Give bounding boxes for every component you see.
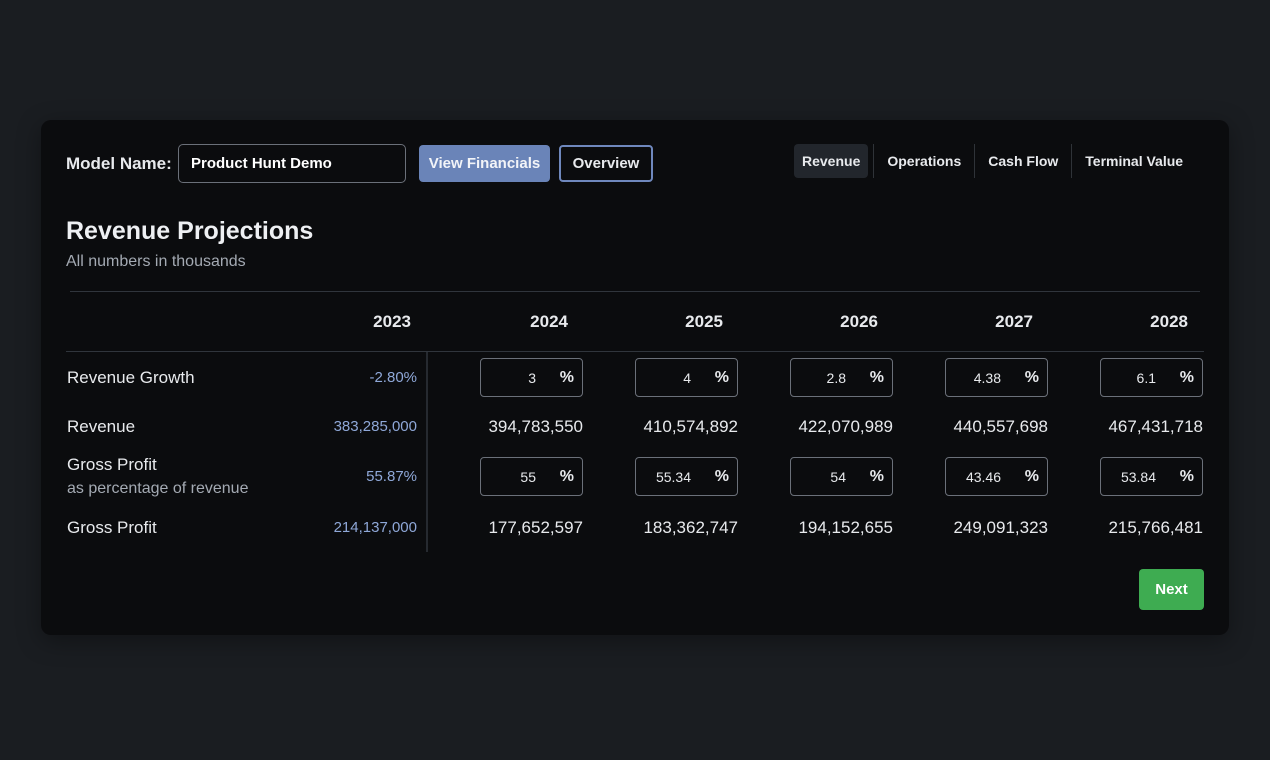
revenue-growth-label: Revenue Growth: [67, 368, 195, 387]
gross-profit-2028: 215,766,481: [1108, 518, 1203, 537]
gross-profit-pct-label: Gross Profit: [67, 455, 157, 474]
tab-divider: [873, 144, 875, 178]
divider: [70, 291, 1200, 292]
percent-sign: %: [1024, 369, 1039, 386]
revenue-2027: 440,557,698: [953, 417, 1048, 436]
input-value: 43.46: [965, 469, 1001, 485]
model-name-input[interactable]: [178, 144, 406, 183]
tab-divider: [1071, 144, 1073, 178]
input-value: 2.8: [826, 370, 846, 386]
year-header-2023: 2023: [373, 312, 411, 331]
revenue-growth-input-2026[interactable]: 2.8 %: [790, 358, 893, 397]
percent-sign: %: [714, 468, 729, 485]
tab-revenue[interactable]: Revenue: [794, 144, 869, 178]
input-value: 3: [528, 370, 536, 386]
input-value: 4.38: [973, 370, 1001, 386]
revenue-2025: 410,574,892: [643, 417, 738, 436]
gross-profit-2024: 177,652,597: [488, 518, 583, 537]
gross-profit-pct-input-2025[interactable]: 55.34 %: [635, 457, 738, 496]
year-header-2028: 2028: [1150, 312, 1188, 331]
next-button[interactable]: Next: [1139, 569, 1204, 610]
percent-sign: %: [1179, 468, 1194, 485]
year-header-2024: 2024: [530, 312, 568, 331]
gross-profit-pct-2023: 55.87%: [366, 468, 417, 485]
year-header-2027: 2027: [995, 312, 1033, 331]
percent-sign: %: [1179, 369, 1194, 386]
input-value: 53.84: [1120, 469, 1156, 485]
gross-profit-2025: 183,362,747: [643, 518, 738, 537]
revenue-2024: 394,783,550: [488, 417, 583, 436]
percent-sign: %: [869, 468, 884, 485]
year-header-2026: 2026: [840, 312, 878, 331]
overview-button[interactable]: Overview: [559, 145, 653, 182]
percent-sign: %: [1024, 468, 1039, 485]
gross-profit-pct-input-2024[interactable]: 55 %: [480, 457, 583, 496]
percent-sign: %: [559, 468, 574, 485]
input-value: 55.34: [655, 469, 691, 485]
tab-divider: [974, 144, 976, 178]
revenue-growth-input-2025[interactable]: 4 %: [635, 358, 738, 397]
revenue-2028: 467,431,718: [1108, 417, 1203, 436]
section-tabs: Revenue Operations Cash Flow Terminal Va…: [794, 144, 1191, 178]
revenue-growth-input-2027[interactable]: 4.38 %: [945, 358, 1048, 397]
percent-sign: %: [869, 369, 884, 386]
gross-profit-pct-input-2026[interactable]: 54 %: [790, 457, 893, 496]
gross-profit-2026: 194,152,655: [798, 518, 893, 537]
revenue-growth-input-2024[interactable]: 3 %: [480, 358, 583, 397]
gross-profit-label: Gross Profit: [67, 518, 157, 537]
page-title: Revenue Projections: [66, 217, 314, 245]
revenue-2026: 422,070,989: [798, 417, 893, 436]
table-header-divider: [66, 351, 1204, 352]
tab-operations[interactable]: Operations: [879, 144, 969, 178]
page-subtitle: All numbers in thousands: [66, 253, 246, 270]
base-year-divider: [426, 352, 428, 552]
gross-profit-pct-sublabel: as percentage of revenue: [67, 480, 249, 497]
revenue-growth-2023: -2.80%: [369, 369, 417, 386]
input-value: 4: [683, 370, 691, 386]
revenue-card: Model Name: View Financials Overview Rev…: [41, 120, 1229, 635]
input-value: 54: [830, 469, 846, 485]
gross-profit-2027: 249,091,323: [953, 518, 1048, 537]
gross-profit-pct-input-2028[interactable]: 53.84 %: [1100, 457, 1203, 496]
input-value: 55: [520, 469, 536, 485]
revenue-label: Revenue: [67, 417, 136, 436]
tab-terminal-value[interactable]: Terminal Value: [1077, 144, 1191, 178]
tab-cash-flow[interactable]: Cash Flow: [980, 144, 1066, 178]
year-header-2025: 2025: [685, 312, 723, 331]
input-value: 6.1: [1136, 370, 1156, 386]
revenue-2023: 383,285,000: [333, 418, 417, 435]
view-financials-button[interactable]: View Financials: [419, 145, 550, 182]
percent-sign: %: [559, 369, 574, 386]
gross-profit-2023: 214,137,000: [333, 519, 417, 536]
percent-sign: %: [714, 369, 729, 386]
revenue-growth-input-2028[interactable]: 6.1 %: [1100, 358, 1203, 397]
gross-profit-pct-input-2027[interactable]: 43.46 %: [945, 457, 1048, 496]
model-name-label: Model Name:: [66, 154, 172, 173]
